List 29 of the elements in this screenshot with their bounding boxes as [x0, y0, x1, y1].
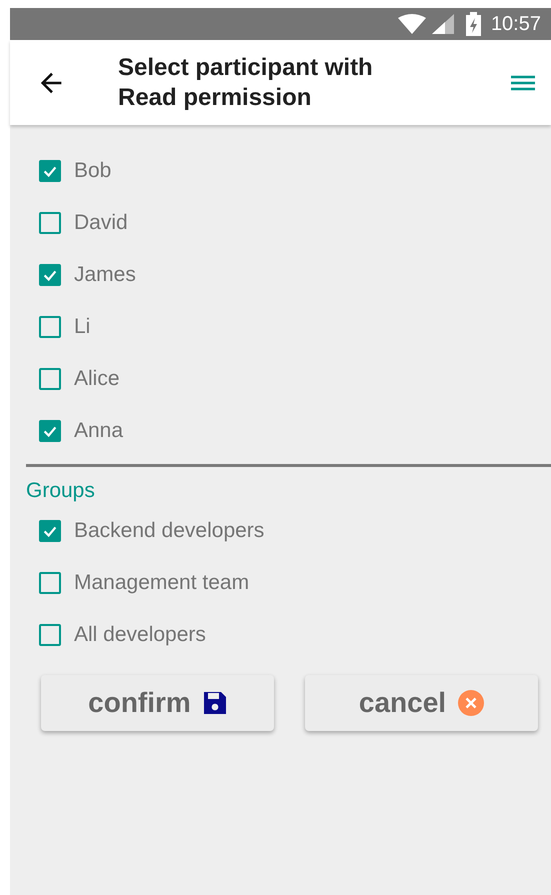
checkbox[interactable] — [39, 420, 61, 442]
checkbox[interactable] — [39, 520, 61, 542]
menu-icon[interactable] — [511, 74, 535, 90]
participant-name: Bob — [74, 159, 112, 183]
cancel-button[interactable]: cancel — [305, 675, 538, 731]
wifi-icon — [398, 14, 426, 34]
close-icon — [458, 690, 484, 716]
group-name: All developers — [74, 623, 206, 647]
participant-name: Li — [74, 315, 90, 339]
participant-name: Alice — [74, 367, 120, 391]
checkbox[interactable] — [39, 264, 61, 286]
participant-name: Anna — [74, 419, 124, 443]
battery-icon — [466, 12, 481, 36]
checkbox[interactable] — [39, 316, 61, 338]
checkbox[interactable] — [39, 212, 61, 234]
save-icon — [202, 691, 227, 715]
checkbox[interactable] — [39, 368, 61, 390]
checkbox[interactable] — [39, 572, 61, 594]
participant-name: James — [74, 263, 136, 287]
clock-time: 10:57 — [490, 12, 541, 36]
group-name: Backend developers — [74, 519, 264, 543]
participant-name: David — [74, 211, 128, 235]
checkbox[interactable] — [39, 624, 61, 646]
group-name: Management team — [74, 571, 250, 595]
checkbox[interactable] — [39, 160, 61, 182]
section-heading: Groups — [25, 478, 96, 504]
confirm-button[interactable]: confirm — [41, 675, 274, 731]
screen-title: Select participant with Read permission — [118, 52, 374, 112]
signal-icon — [432, 14, 454, 34]
